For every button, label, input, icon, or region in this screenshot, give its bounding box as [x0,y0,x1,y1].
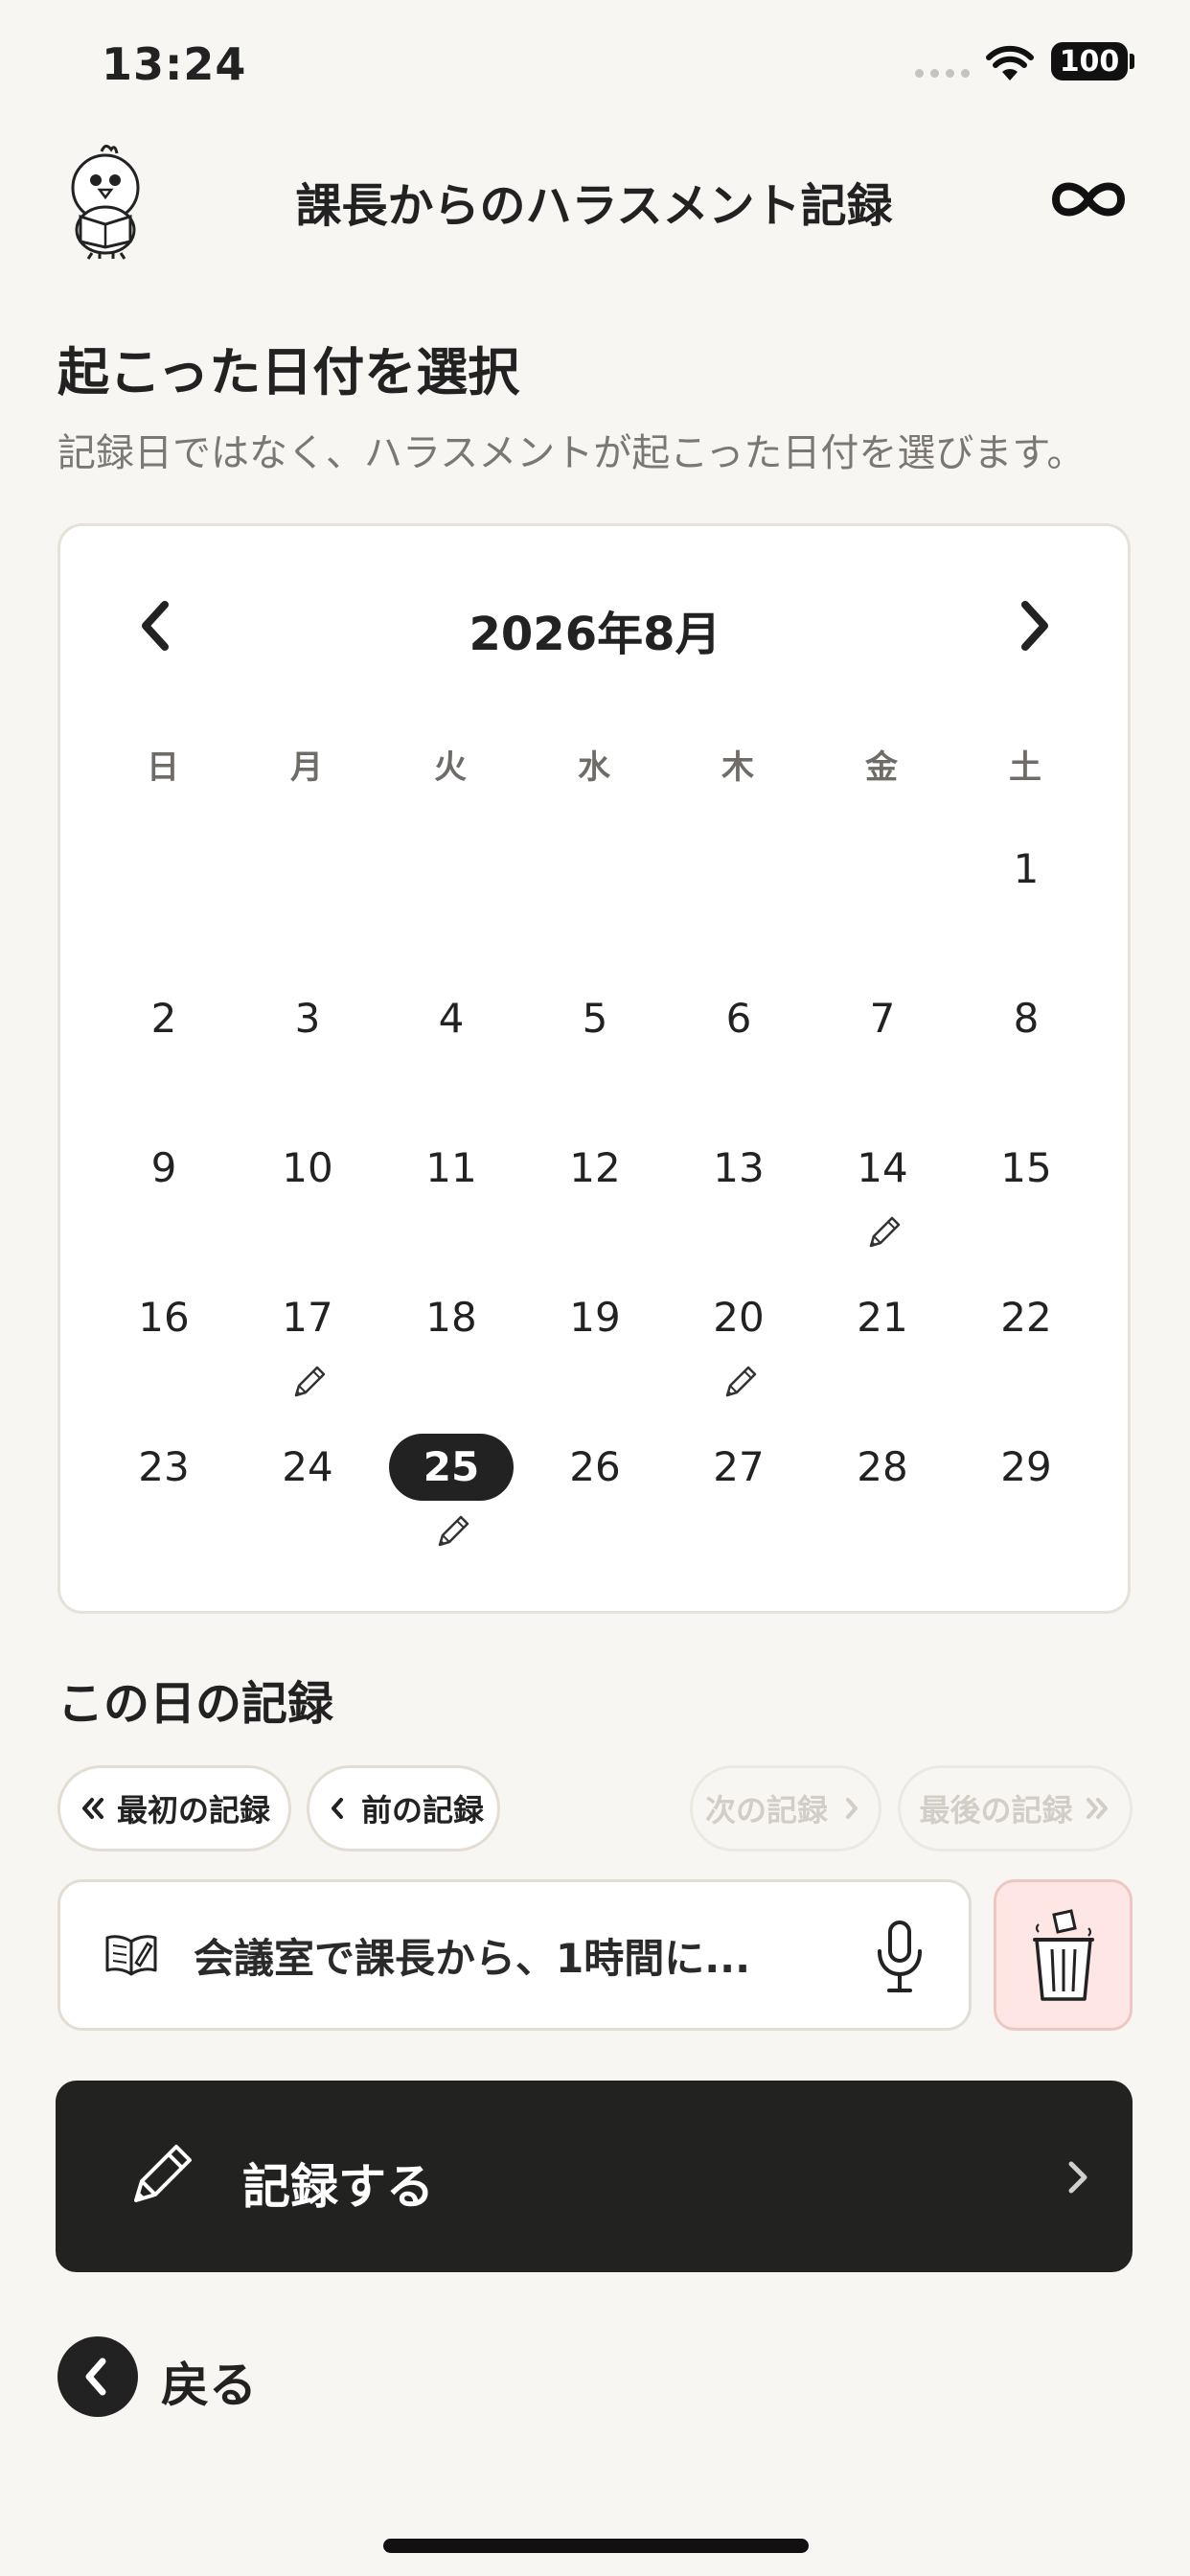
calendar-day-3[interactable]: 3 [245,985,370,1052]
weekday-sun: 日 [147,748,179,787]
calendar-day-18[interactable]: 18 [389,1284,514,1351]
calendar-day-9[interactable]: 9 [102,1135,226,1202]
calendar-day-24[interactable]: 24 [245,1434,370,1501]
record-submit-button[interactable] [56,2081,1133,2272]
calendar-day-19[interactable]: 19 [533,1284,657,1351]
last-record-label: 最後の記録 [919,1792,1073,1828]
calendar-day-12[interactable]: 12 [533,1135,657,1202]
calendar-day-7[interactable]: 7 [820,985,945,1052]
calendar-day-21[interactable]: 21 [820,1284,945,1351]
chick-reading-mascot-icon [71,145,140,260]
record-marker-pencil-icon [869,1216,901,1248]
calendar-day-4[interactable]: 4 [389,985,514,1052]
record-submit-label: 記録する [242,2159,434,2215]
previous-month-chevron-icon[interactable] [130,591,184,660]
chevron-left-icon [85,2358,106,2396]
weekday-wed: 水 [578,748,610,787]
calendar-day-23[interactable]: 23 [102,1434,226,1501]
status-time: 13:24 [102,38,247,90]
record-marker-pencil-icon [294,1366,326,1397]
calendar-day-1[interactable]: 1 [964,836,1088,903]
trash-can-icon [1033,1909,1094,2001]
app-title: 課長からのハラスメント記録 [295,179,893,233]
back-button[interactable] [57,2336,138,2417]
record-entry-preview: 会議室で課長から、1時間に... [194,1935,751,1982]
weekday-fri: 金 [865,748,898,787]
calendar-day-5[interactable]: 5 [533,985,657,1052]
battery-tip [1130,54,1134,69]
weekday-sat: 土 [1009,748,1041,787]
previous-record-button[interactable]: 前の記録 [307,1765,500,1852]
chevron-right-icon [846,1798,858,1819]
calendar-day-27[interactable]: 27 [676,1434,801,1501]
weekday-mon: 月 [290,748,323,787]
calendar-day-16[interactable]: 16 [102,1284,226,1351]
first-record-button[interactable]: 最初の記録 [57,1765,291,1852]
microphone-icon[interactable] [872,1919,927,1995]
calendar-day-13[interactable]: 13 [676,1135,801,1202]
calendar-day-10[interactable]: 10 [245,1135,370,1202]
calendar-day-22[interactable]: 22 [964,1284,1088,1351]
calendar-day-6[interactable]: 6 [676,985,801,1052]
calendar-day-29[interactable]: 29 [964,1434,1088,1501]
calendar-day-2[interactable]: 2 [102,985,226,1052]
home-indicator [383,2539,809,2553]
battery-icon: 100 [1051,42,1128,80]
weekday-thu: 木 [721,748,754,787]
record-marker-pencil-icon [725,1366,757,1397]
calendar-day-20[interactable]: 20 [676,1284,801,1351]
calendar-day-25[interactable]: 25 [389,1434,514,1501]
calendar-day-14[interactable]: 14 [820,1135,945,1202]
next-month-chevron-icon[interactable] [1006,591,1060,660]
double-chevron-left-icon [81,1798,103,1819]
date-section-description: 記録日ではなく、ハラスメントが起こった日付を選びます。 [57,431,1086,475]
weekday-tue: 火 [434,748,467,787]
chevron-right-icon [1068,2161,1087,2194]
calendar-day-8[interactable]: 8 [964,985,1088,1052]
next-record-label: 次の記録 [704,1792,828,1828]
next-record-button[interactable]: 次の記録 [690,1765,881,1852]
record-marker-pencil-icon [438,1515,469,1547]
first-record-label: 最初の記録 [116,1792,270,1828]
wifi-icon [986,45,1034,80]
pencil-icon [134,2145,192,2202]
cellular-signal-icon [915,69,970,78]
double-chevron-right-icon [1086,1798,1108,1819]
calendar-month-label: 2026年8月 [469,608,721,661]
last-record-button[interactable]: 最後の記録 [898,1765,1133,1852]
previous-record-label: 前の記録 [360,1792,484,1828]
back-label[interactable]: 戻る [161,2347,257,2416]
chevron-left-icon [331,1798,343,1819]
calendar-day-17[interactable]: 17 [245,1284,370,1351]
infinity-icon[interactable] [1048,169,1129,230]
open-book-icon [105,1935,157,1976]
records-title: この日の記録 [57,1677,334,1731]
calendar-day-28[interactable]: 28 [820,1434,945,1501]
calendar-day-26[interactable]: 26 [533,1434,657,1501]
date-section-title: 起こった日付を選択 [57,342,520,402]
calendar-day-11[interactable]: 11 [389,1135,514,1202]
calendar-day-15[interactable]: 15 [964,1135,1088,1202]
